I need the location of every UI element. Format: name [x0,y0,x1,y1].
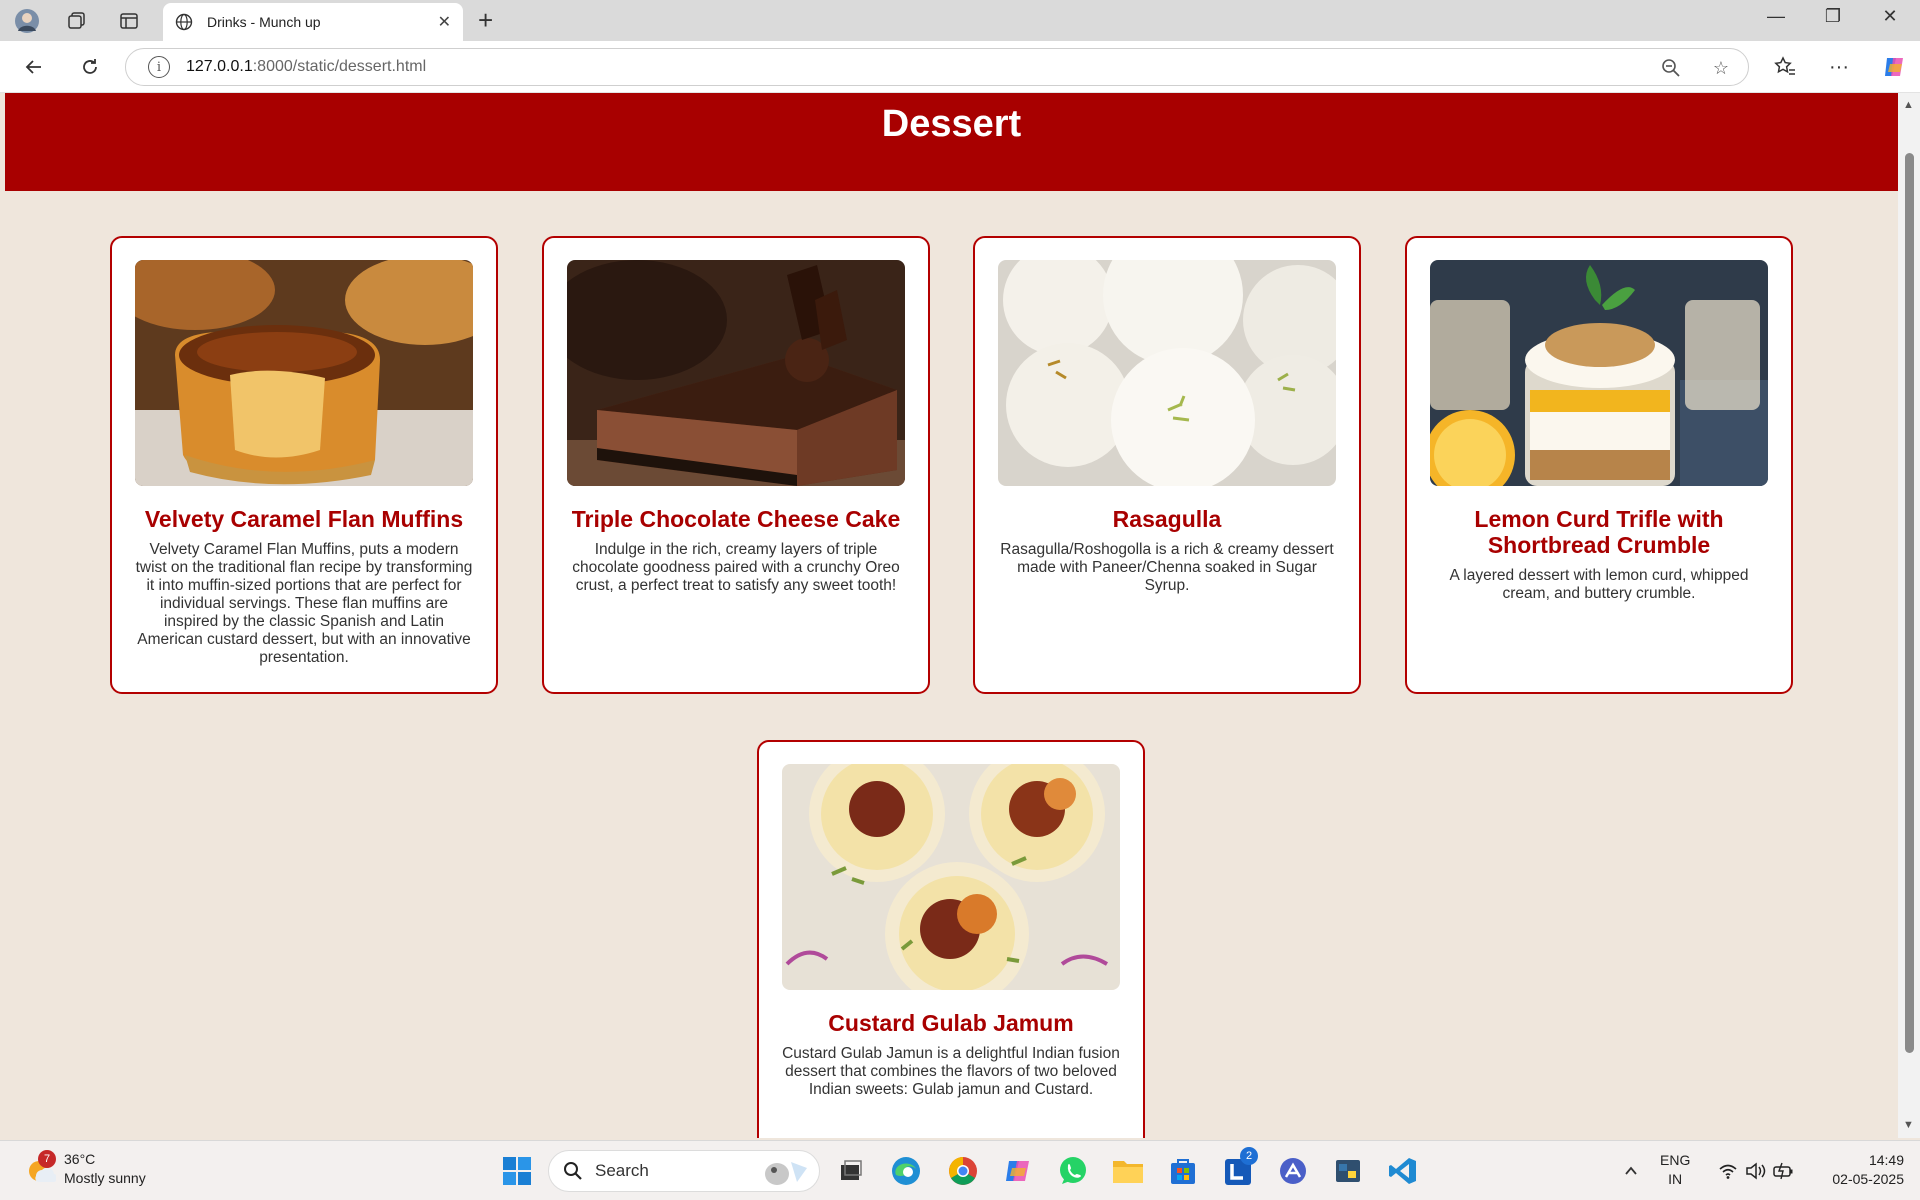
taskbar-search[interactable]: Search [548,1150,820,1192]
more-options-icon[interactable]: ··· [1825,53,1853,81]
search-icon [564,1162,582,1180]
new-tab-button[interactable]: + [478,6,493,34]
card-description: Velvety Caramel Flan Muffins, puts a mod… [135,541,473,666]
url-text[interactable]: 127.0.0.1:8000/static/dessert.html [186,58,426,76]
card-title: Lemon Curd Trifle with Shortbread Crumbl… [1474,506,1724,558]
close-tab-icon[interactable]: ✕ [438,12,451,32]
card-title: Velvety Caramel Flan Muffins [144,506,464,532]
task-view-icon[interactable] [833,1153,869,1189]
weather-temperature: 36°C [64,1151,96,1167]
page-viewport: Dessert Velvety Caramel Flan Muffins Vel… [5,93,1898,1138]
microsoft-store-icon[interactable] [1165,1153,1201,1189]
file-explorer-icon[interactable] [1110,1153,1146,1189]
page-scrollbar[interactable]: ▲ ▼ [1898,93,1920,1138]
copilot-icon[interactable] [1880,53,1908,81]
dessert-card[interactable]: Velvety Caramel Flan Muffins Velvety Car… [110,236,498,694]
vscode-icon[interactable] [1385,1153,1421,1189]
tab-actions-icon[interactable] [116,8,142,34]
dessert-card[interactable]: Rasagulla Rasagulla/Roshogolla is a rich… [973,236,1361,694]
url-host: 127.0.0.1 [186,58,253,75]
copilot-app-icon[interactable] [1000,1153,1036,1189]
back-arrow-icon[interactable] [20,53,48,81]
edge-browser-icon[interactable] [888,1153,924,1189]
dessert-card[interactable]: Triple Chocolate Cheese Cake Indulge in … [542,236,930,694]
language-code: ENG [1660,1152,1691,1168]
windows-start-icon[interactable] [499,1153,535,1189]
profile-avatar[interactable] [14,8,40,34]
page-title: Dessert [881,103,1022,145]
restore-icon[interactable]: ❐ [1813,6,1853,27]
rasagulla-image [998,260,1336,486]
clock-date: 02-05-2025 [1832,1171,1904,1187]
scroll-up-icon[interactable]: ▲ [1903,99,1914,111]
clock-time: 14:49 [1868,1152,1904,1168]
zoom-out-icon[interactable] [1660,57,1682,79]
refresh-icon[interactable] [76,53,104,81]
dessert-card[interactable]: Lemon Curd Trifle with Shortbread Crumbl… [1405,236,1793,694]
region-code: IN [1668,1171,1683,1187]
l-app-badge: 2 [1240,1147,1258,1165]
whatsapp-icon[interactable] [1055,1153,1091,1189]
weather-widget[interactable]: 7 36°C Mostly sunny [26,1150,146,1188]
favorites-icon[interactable] [1771,53,1799,81]
python-app-icon[interactable] [1330,1153,1366,1189]
browser-tab-active[interactable]: Drinks - Munch up ✕ [163,3,463,41]
arc-app-icon[interactable] [1275,1153,1311,1189]
url-path: :8000/static/dessert.html [252,58,427,75]
search-highlight-icon [765,1162,807,1185]
taskbar: 7 36°C Mostly sunny Search 2 ENG IN 14:4… [0,1140,1920,1200]
scroll-down-icon[interactable]: ▼ [1903,1119,1914,1131]
browser-tab-bar: Drinks - Munch up ✕ + — ❐ ✕ [0,0,1920,41]
favorite-star-icon[interactable]: ☆ [1710,57,1732,79]
flan-muffin-image [135,260,473,486]
battery-icon[interactable] [1766,1153,1802,1189]
page-header: Dessert [5,93,1898,191]
language-indicator[interactable]: ENG IN [1660,1151,1690,1189]
lemon-trifle-image [1430,260,1768,486]
card-title: Rasagulla [1112,506,1222,532]
custard-gulab-jamun-image [782,764,1120,990]
close-window-icon[interactable]: ✕ [1870,6,1910,27]
chrome-icon[interactable] [945,1153,981,1189]
card-description: Rasagulla/Roshogolla is a rich & creamy … [1000,541,1334,594]
site-info-icon[interactable]: i [148,56,170,78]
address-bar[interactable]: i 127.0.0.1:8000/static/dessert.html ☆ [125,48,1749,86]
card-title: Triple Chocolate Cheese Cake [571,506,901,532]
card-title: Custard Gulab Jamum [828,1010,1074,1036]
weather-condition: Mostly sunny [64,1170,146,1186]
chocolate-cheesecake-image [567,260,905,486]
clock[interactable]: 14:49 02-05-2025 [1818,1151,1904,1189]
card-description: A layered dessert with lemon curd, whipp… [1449,567,1749,602]
tab-title: Drinks - Munch up [207,14,321,30]
card-description: Indulge in the rich, creamy layers of tr… [572,541,900,594]
dessert-card[interactable]: Custard Gulab Jamum Custard Gulab Jamun … [757,740,1145,1138]
workspaces-icon[interactable] [64,8,90,34]
show-hidden-icons-chevron[interactable] [1613,1153,1649,1189]
weather-alert-badge: 7 [38,1150,56,1168]
scrollbar-thumb[interactable] [1905,153,1914,1053]
search-label: Search [595,1161,649,1180]
card-description: Custard Gulab Jamun is a delightful Indi… [782,1045,1120,1098]
weather-sun-icon: 7 [26,1150,58,1184]
browser-toolbar: i 127.0.0.1:8000/static/dessert.html ☆ ·… [0,41,1920,93]
l-app-icon[interactable]: 2 [1220,1147,1258,1189]
minimize-icon[interactable]: — [1756,6,1796,27]
globe-icon [175,13,193,31]
